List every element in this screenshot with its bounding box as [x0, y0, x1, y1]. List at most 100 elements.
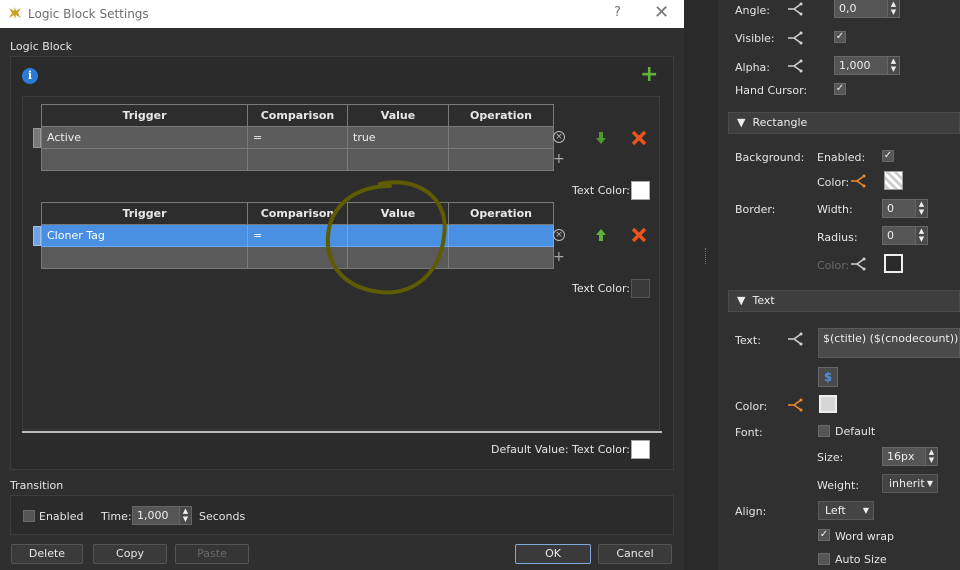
spin-arrows-icon[interactable]: ▲ ▼: [925, 448, 937, 465]
empty-row[interactable]: [41, 148, 554, 171]
word-wrap-checkbox[interactable]: ✓: [818, 529, 830, 541]
delete-button[interactable]: Delete: [11, 544, 83, 564]
seconds-label: Seconds: [199, 510, 246, 523]
transition-enabled-checkbox[interactable]: [23, 510, 35, 522]
hand-cursor-checkbox[interactable]: ✓: [834, 83, 846, 95]
column-header-trigger: Trigger: [41, 202, 248, 225]
text-color-swatch-2[interactable]: [631, 279, 650, 298]
border-color-label: Color:: [817, 259, 850, 272]
text-color-swatch[interactable]: [819, 395, 837, 413]
link-icon[interactable]: [786, 2, 804, 16]
default-value-label: Default Value:: [491, 443, 569, 456]
border-radius-input[interactable]: 0 ▲ ▼: [882, 226, 928, 245]
collapse-arrow-icon: ▼: [737, 116, 746, 129]
word-wrap-label: Word wrap: [835, 530, 895, 543]
text-color-label: Color:: [735, 400, 768, 413]
close-button[interactable]: ✕: [654, 2, 669, 23]
border-width-label: Width:: [817, 203, 853, 216]
text-color-swatch-1[interactable]: [631, 181, 650, 200]
remove-row-icon[interactable]: ×: [553, 131, 565, 143]
condition-table-1: Trigger Comparison Value Operation Activ…: [41, 104, 554, 171]
spin-arrows-icon[interactable]: ▲ ▼: [887, 0, 899, 17]
time-input[interactable]: 1,000 ▲ ▼: [132, 506, 192, 525]
auto-size-checkbox[interactable]: [818, 553, 830, 565]
auto-size-label: Auto Size: [835, 553, 887, 566]
spin-arrows-icon[interactable]: ▲ ▼: [887, 57, 899, 74]
rectangle-section-header[interactable]: ▼ Rectangle: [728, 112, 960, 134]
help-button[interactable]: ?: [614, 5, 621, 20]
border-width-input[interactable]: 0 ▲ ▼: [882, 199, 928, 218]
operation-cell[interactable]: [448, 126, 554, 149]
time-label: Time:: [101, 510, 132, 523]
dialog-title: Logic Block Settings: [28, 7, 149, 21]
angle-label: Angle:: [735, 4, 771, 17]
empty-row[interactable]: [41, 246, 554, 269]
table-row-selected[interactable]: Cloner Tag =: [41, 224, 554, 247]
divider: [22, 431, 662, 433]
text-color-label-1: Text Color:: [572, 184, 630, 197]
remove-row-icon[interactable]: ×: [553, 229, 565, 241]
dialog-titlebar: Logic Block Settings ? ✕: [0, 0, 684, 28]
row-drag-handle[interactable]: [33, 128, 41, 148]
font-weight-select[interactable]: inherit ▼: [882, 474, 938, 493]
link-icon[interactable]: [786, 31, 804, 45]
column-header-comparison: Comparison: [247, 104, 348, 127]
collapse-arrow-icon: ▼: [737, 294, 746, 307]
column-header-operation: Operation: [448, 202, 554, 225]
delete-condition-icon[interactable]: [631, 227, 647, 243]
link-icon[interactable]: [786, 332, 804, 346]
angle-input[interactable]: 0,0 ▲ ▼: [834, 0, 900, 18]
link-icon[interactable]: [786, 398, 804, 412]
column-header-trigger: Trigger: [41, 104, 248, 127]
link-icon[interactable]: [786, 59, 804, 73]
text-input[interactable]: $(ctitle) ($(cnodecount)): [818, 328, 960, 358]
visible-checkbox[interactable]: ✓: [834, 31, 846, 43]
align-label: Align:: [735, 505, 767, 518]
visible-label: Visible:: [735, 32, 775, 45]
column-header-value: Value: [347, 104, 449, 127]
variable-insert-icon[interactable]: $: [818, 367, 838, 387]
move-down-icon[interactable]: [594, 131, 608, 145]
trigger-cell[interactable]: Active: [41, 126, 248, 149]
link-icon[interactable]: [849, 174, 867, 188]
ok-button[interactable]: OK: [515, 544, 591, 564]
alpha-label: Alpha:: [735, 61, 770, 74]
border-color-swatch[interactable]: [884, 254, 903, 273]
background-enabled-checkbox[interactable]: ✓: [882, 150, 894, 162]
text-section-header[interactable]: ▼ Text: [728, 290, 960, 312]
spin-arrows-icon[interactable]: ▲ ▼: [915, 200, 927, 217]
default-text-color-label: Text Color:: [572, 443, 630, 456]
value-cell[interactable]: true: [347, 126, 449, 149]
comparison-cell[interactable]: =: [247, 126, 348, 149]
splitter-handle[interactable]: [705, 248, 707, 264]
add-row-icon[interactable]: +: [553, 152, 565, 166]
spin-arrows-icon[interactable]: ▲ ▼: [915, 227, 927, 244]
font-default-label: Default: [835, 425, 876, 438]
add-condition-icon[interactable]: +: [640, 64, 658, 86]
splitter: [684, 0, 718, 570]
copy-button[interactable]: Copy: [93, 544, 167, 564]
app-logo-icon: [9, 7, 21, 19]
move-up-icon[interactable]: [594, 228, 608, 242]
delete-condition-icon[interactable]: [631, 130, 647, 146]
link-icon[interactable]: [849, 257, 867, 271]
text-label: Text:: [735, 334, 761, 347]
chevron-down-icon: ▼: [862, 506, 869, 515]
chevron-down-icon: ▼: [926, 479, 933, 488]
info-icon[interactable]: i: [22, 68, 38, 84]
alpha-input[interactable]: 1,000 ▲ ▼: [834, 56, 900, 75]
font-size-input[interactable]: 16px ▲ ▼: [882, 447, 938, 466]
table-row[interactable]: Active = true: [41, 126, 554, 149]
background-color-swatch[interactable]: [884, 171, 903, 190]
column-header-operation: Operation: [448, 104, 554, 127]
trigger-cell[interactable]: Cloner Tag: [41, 224, 248, 247]
paste-button[interactable]: Paste: [175, 544, 249, 564]
font-default-checkbox[interactable]: [818, 425, 830, 437]
spin-arrows-icon[interactable]: ▲ ▼: [179, 507, 191, 524]
add-row-icon[interactable]: +: [553, 250, 565, 264]
operation-cell[interactable]: [448, 224, 554, 247]
cancel-button[interactable]: Cancel: [598, 544, 672, 564]
row-drag-handle[interactable]: [33, 226, 41, 246]
align-select[interactable]: Left ▼: [818, 501, 874, 520]
default-text-color-swatch[interactable]: [631, 440, 650, 459]
